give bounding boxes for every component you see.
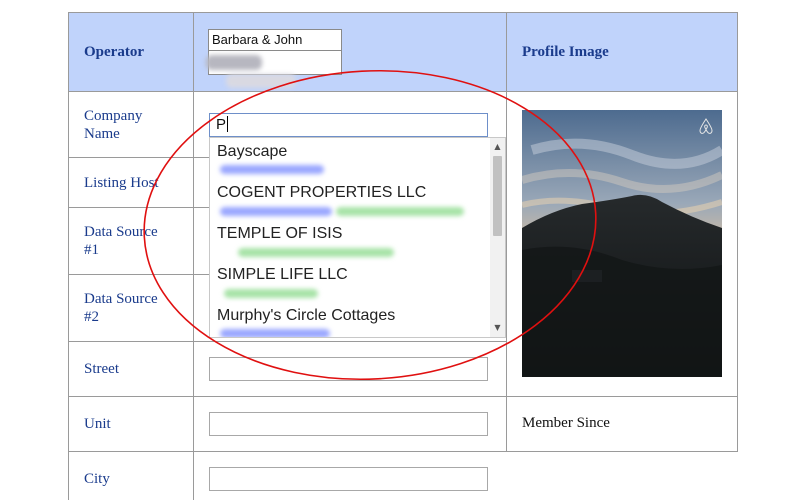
annotation-circle xyxy=(143,69,597,381)
